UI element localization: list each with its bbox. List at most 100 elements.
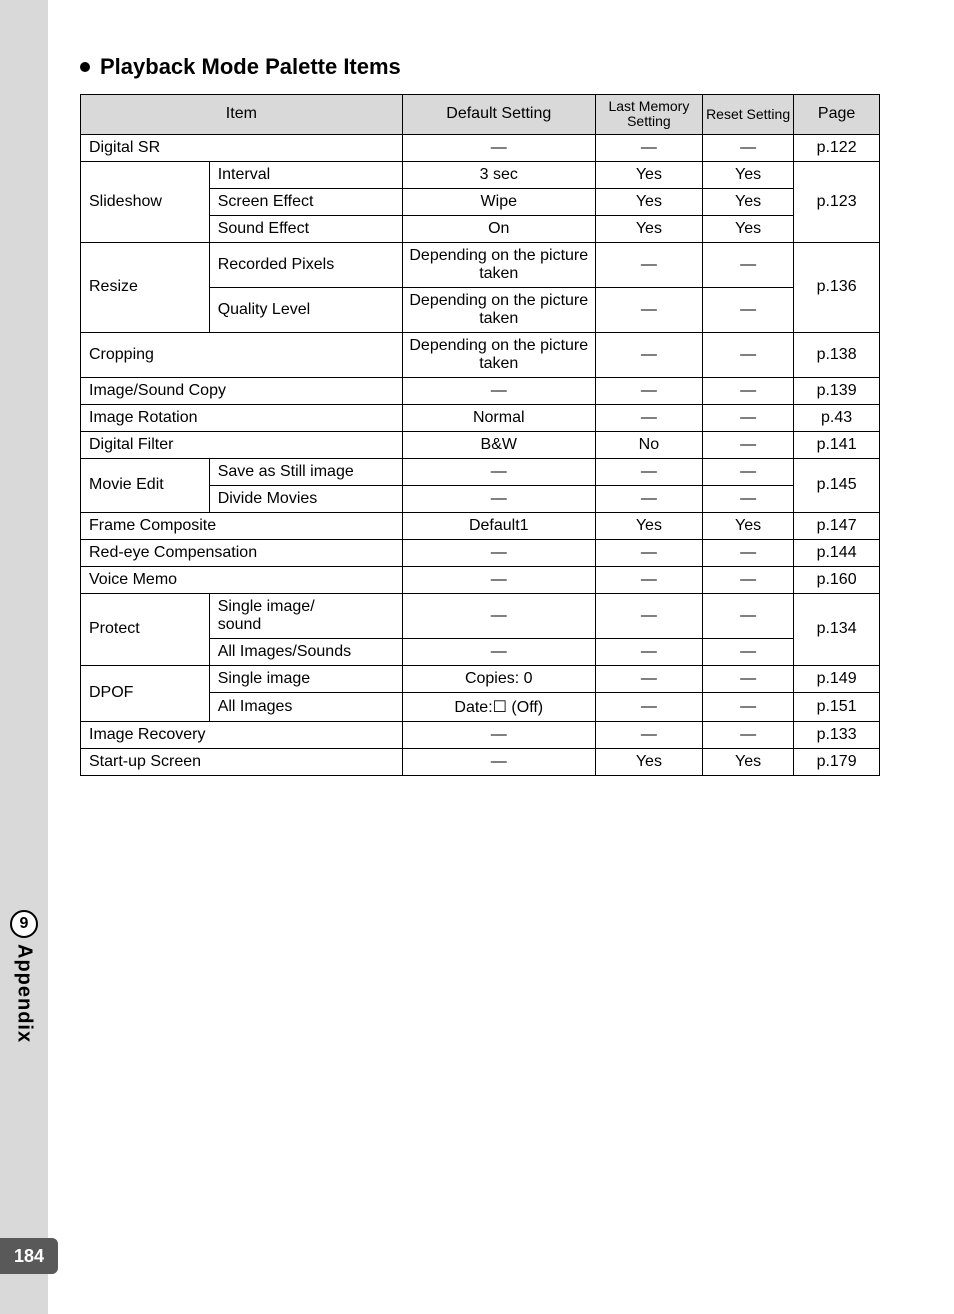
table-row: Image/Sound Copy — — — p.139 <box>81 377 880 404</box>
cell-item: Image/Sound Copy <box>81 377 403 404</box>
cell-last: Yes <box>595 215 702 242</box>
palette-table: Item Default Setting Last Memory Setting… <box>80 94 880 776</box>
cell-last: — <box>595 593 702 638</box>
cell-item: Image Rotation <box>81 404 403 431</box>
table-row: Frame Composite Default1 Yes Yes p.147 <box>81 512 880 539</box>
cell-page: p.144 <box>794 539 880 566</box>
cell-item: Start-up Screen <box>81 748 403 775</box>
header-reset: Reset Setting <box>703 95 794 135</box>
table-row: Resize Recorded Pixels Depending on the … <box>81 242 880 287</box>
cell-page: p.134 <box>794 593 880 665</box>
cell-page: p.141 <box>794 431 880 458</box>
cell-sub: Single image <box>209 665 402 692</box>
cell-item: Digital SR <box>81 134 403 161</box>
cell-page: p.179 <box>794 748 880 775</box>
cell-reset: — <box>703 377 794 404</box>
cell-last: Yes <box>595 161 702 188</box>
cell-item: Frame Composite <box>81 512 403 539</box>
table-row: Protect Single image/ sound — — — p.134 <box>81 593 880 638</box>
cell-last: — <box>595 242 702 287</box>
table-row: Red-eye Compensation — — — p.144 <box>81 539 880 566</box>
table-row: Slideshow Interval 3 sec Yes Yes p.123 <box>81 161 880 188</box>
cell-page: p.151 <box>794 692 880 721</box>
page-number-box: 184 <box>0 1238 58 1274</box>
cell-item-group: Movie Edit <box>81 458 210 512</box>
table-row: DPOF Single image Copies: 0 — — p.149 <box>81 665 880 692</box>
cell-default: Depending on the picture taken <box>402 287 595 332</box>
cell-reset: — <box>703 638 794 665</box>
cell-reset: — <box>703 566 794 593</box>
cell-default: Default1 <box>402 512 595 539</box>
table-row: Image Rotation Normal — — p.43 <box>81 404 880 431</box>
cell-default: — <box>402 485 595 512</box>
cell-default: 3 sec <box>402 161 595 188</box>
header-item: Item <box>81 95 403 135</box>
cell-sub: Save as Still image <box>209 458 402 485</box>
cell-sub: Divide Movies <box>209 485 402 512</box>
cell-sub: Screen Effect <box>209 188 402 215</box>
cell-sub: Interval <box>209 161 402 188</box>
table-row: Digital SR — — — p.122 <box>81 134 880 161</box>
cell-sub: Quality Level <box>209 287 402 332</box>
cell-default: — <box>402 458 595 485</box>
chapter-number-circle: 9 <box>10 910 38 938</box>
cell-page: p.136 <box>794 242 880 332</box>
header-default: Default Setting <box>402 95 595 135</box>
cell-reset: — <box>703 431 794 458</box>
cell-default: Depending on the picture taken <box>402 332 595 377</box>
cell-reset: — <box>703 593 794 638</box>
cell-reset: Yes <box>703 748 794 775</box>
cell-default: — <box>402 638 595 665</box>
cell-item: Digital Filter <box>81 431 403 458</box>
side-label-group: 9 Appendix <box>0 910 48 1043</box>
content-area: Playback Mode Palette Items Item Default… <box>80 54 880 776</box>
cell-default: — <box>402 566 595 593</box>
cell-last: — <box>595 134 702 161</box>
cell-last: — <box>595 485 702 512</box>
cell-page: p.123 <box>794 161 880 242</box>
cell-default: — <box>402 539 595 566</box>
cell-item-group: Resize <box>81 242 210 332</box>
cell-reset: — <box>703 721 794 748</box>
header-last: Last Memory Setting <box>595 95 702 135</box>
cell-page: p.160 <box>794 566 880 593</box>
table-row: Start-up Screen — Yes Yes p.179 <box>81 748 880 775</box>
cell-reset: — <box>703 692 794 721</box>
cell-sub: All Images/Sounds <box>209 638 402 665</box>
cell-last: — <box>595 638 702 665</box>
cell-reset: — <box>703 665 794 692</box>
header-page: Page <box>794 95 880 135</box>
cell-item: Red-eye Compensation <box>81 539 403 566</box>
cell-last: — <box>595 287 702 332</box>
cell-reset: — <box>703 287 794 332</box>
table-row: Image Recovery — — — p.133 <box>81 721 880 748</box>
cell-reset: — <box>703 458 794 485</box>
cell-last: — <box>595 692 702 721</box>
cell-default: — <box>402 721 595 748</box>
cell-last: — <box>595 566 702 593</box>
cell-sub: Sound Effect <box>209 215 402 242</box>
cell-default: B&W <box>402 431 595 458</box>
table-row: Movie Edit Save as Still image — — — p.1… <box>81 458 880 485</box>
cell-default: Depending on the picture taken <box>402 242 595 287</box>
cell-reset: — <box>703 404 794 431</box>
cell-last: Yes <box>595 188 702 215</box>
side-tab <box>0 0 48 1314</box>
cell-default: Wipe <box>402 188 595 215</box>
cell-default: — <box>402 593 595 638</box>
chapter-number: 9 <box>20 915 29 933</box>
table-header-row: Item Default Setting Last Memory Setting… <box>81 95 880 135</box>
cell-last: — <box>595 332 702 377</box>
cell-item-group: Slideshow <box>81 161 210 242</box>
table-row: Voice Memo — — — p.160 <box>81 566 880 593</box>
cell-reset: — <box>703 485 794 512</box>
section-title: Playback Mode Palette Items <box>100 54 401 80</box>
cell-page: p.145 <box>794 458 880 512</box>
cell-sub: Single image/ sound <box>209 593 402 638</box>
cell-last: — <box>595 377 702 404</box>
cell-reset: — <box>703 332 794 377</box>
table-row: Digital Filter B&W No — p.141 <box>81 431 880 458</box>
cell-page: p.147 <box>794 512 880 539</box>
cell-reset: Yes <box>703 161 794 188</box>
cell-page: p.138 <box>794 332 880 377</box>
